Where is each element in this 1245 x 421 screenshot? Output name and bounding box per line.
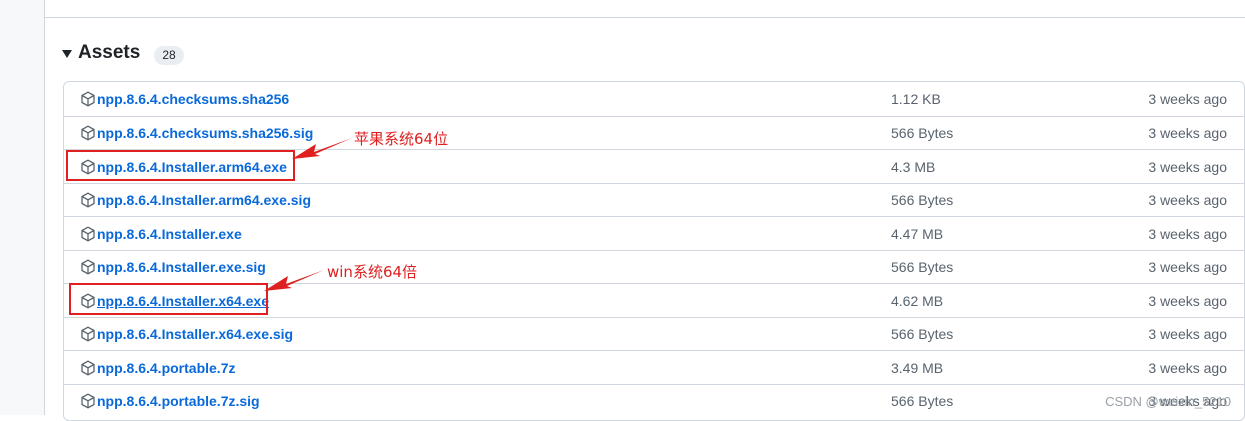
asset-size: 566 Bytes — [891, 326, 954, 342]
annotation-arm64: 苹果系统64位 — [354, 130, 449, 148]
asset-size: 4.47 MB — [891, 225, 944, 242]
asset-name: npp.8.6.4.Installer.arm64.exe — [97, 158, 287, 175]
asset-name: npp.8.6.4.Installer.x64.exe.sig — [97, 326, 294, 342]
assets-count-badge: 28 — [154, 45, 184, 65]
asset-row: npp.8.6.4.checksums.sha256.sig 566 Bytes… — [64, 115, 1244, 150]
asset-link[interactable]: npp.8.6.4.Installer.exe.sig — [80, 251, 266, 284]
asset-size: 4.3 MB — [891, 158, 936, 175]
asset-name: npp.8.6.4.Installer.x64.exe — [97, 292, 269, 309]
asset-time: 3 weeks ago — [1148, 158, 1227, 175]
package-icon — [81, 360, 95, 375]
package-icon — [81, 226, 95, 241]
asset-row: npp.8.6.4.Installer.x64.exe.sig 566 Byte… — [64, 316, 1244, 351]
package-icon — [81, 393, 95, 409]
assets-toggle[interactable]: Assets 28 — [62, 40, 184, 66]
asset-name: npp.8.6.4.portable.7z.sig — [97, 393, 260, 409]
asset-row: npp.8.6.4.checksums.sha256 1.12 KB 3 wee… — [64, 82, 1244, 116]
asset-size: 566 Bytes — [891, 259, 954, 275]
package-icon — [81, 192, 95, 208]
asset-name: npp.8.6.4.checksums.sha256.sig — [97, 125, 314, 141]
asset-link[interactable]: npp.8.6.4.Installer.arm64.exe — [80, 150, 287, 183]
asset-size: 566 Bytes — [891, 125, 954, 141]
asset-row: npp.8.6.4.portable.7z 3.49 MB 3 weeks ag… — [64, 350, 1244, 384]
package-icon — [81, 293, 95, 308]
asset-name: npp.8.6.4.Installer.exe.sig — [97, 259, 266, 275]
asset-time: 3 weeks ago — [1148, 326, 1227, 342]
annotation-x64: win系统64倍 — [327, 263, 418, 281]
asset-size: 566 Bytes — [891, 393, 954, 409]
asset-time: 3 weeks ago — [1148, 259, 1227, 275]
asset-link[interactable]: npp.8.6.4.Installer.arm64.exe.sig — [80, 184, 311, 217]
asset-link[interactable]: npp.8.6.4.Installer.exe — [80, 217, 242, 250]
asset-row: npp.8.6.4.Installer.exe 4.47 MB 3 weeks … — [64, 216, 1244, 250]
asset-link[interactable]: npp.8.6.4.checksums.sha256.sig — [80, 117, 313, 150]
asset-name: npp.8.6.4.Installer.exe — [97, 225, 242, 242]
left-rail — [0, 0, 45, 415]
asset-row: npp.8.6.4.Installer.x64.exe 4.62 MB 3 we… — [64, 283, 1244, 317]
asset-row: npp.8.6.4.Installer.arm64.exe 4.3 MB 3 w… — [64, 149, 1244, 183]
asset-link[interactable]: npp.8.6.4.Installer.x64.exe.sig — [80, 318, 293, 351]
assets-list: npp.8.6.4.checksums.sha256 1.12 KB 3 wee… — [63, 81, 1245, 421]
asset-row: npp.8.6.4.Installer.exe.sig 566 Bytes 3 … — [64, 249, 1244, 284]
asset-size: 3.49 MB — [891, 359, 944, 376]
asset-time: 3 weeks ago — [1148, 90, 1227, 107]
package-icon — [81, 91, 95, 106]
asset-name: npp.8.6.4.Installer.arm64.exe.sig — [97, 192, 311, 208]
asset-row: npp.8.6.4.portable.7z.sig 566 Bytes 3 we… — [64, 383, 1244, 418]
asset-size: 566 Bytes — [891, 192, 954, 208]
asset-name: npp.8.6.4.checksums.sha256 — [97, 90, 290, 107]
assets-title: Assets — [78, 42, 141, 63]
asset-link[interactable]: npp.8.6.4.portable.7z.sig — [80, 385, 260, 418]
asset-time: 3 weeks ago — [1148, 225, 1227, 242]
asset-name: npp.8.6.4.portable.7z — [97, 359, 236, 376]
asset-link[interactable]: npp.8.6.4.Installer.x64.exe — [80, 284, 269, 317]
asset-time: 3 weeks ago — [1148, 292, 1227, 309]
previous-section-box — [45, 0, 1245, 18]
asset-time: 3 weeks ago — [1148, 359, 1227, 376]
asset-link[interactable]: npp.8.6.4.portable.7z — [80, 351, 235, 384]
asset-time: 3 weeks ago — [1148, 125, 1227, 141]
asset-time: 3 weeks ago — [1148, 192, 1227, 208]
package-icon — [81, 326, 95, 342]
watermark: CSDN @weixin_5210 — [1105, 394, 1231, 409]
package-icon — [81, 259, 95, 275]
package-icon — [81, 159, 95, 174]
package-icon — [81, 125, 95, 141]
asset-size: 4.62 MB — [891, 292, 944, 309]
asset-row: npp.8.6.4.Installer.arm64.exe.sig 566 By… — [64, 182, 1244, 217]
asset-size: 1.12 KB — [891, 90, 941, 107]
caret-down-icon — [62, 50, 72, 58]
asset-link[interactable]: npp.8.6.4.checksums.sha256 — [80, 82, 289, 115]
